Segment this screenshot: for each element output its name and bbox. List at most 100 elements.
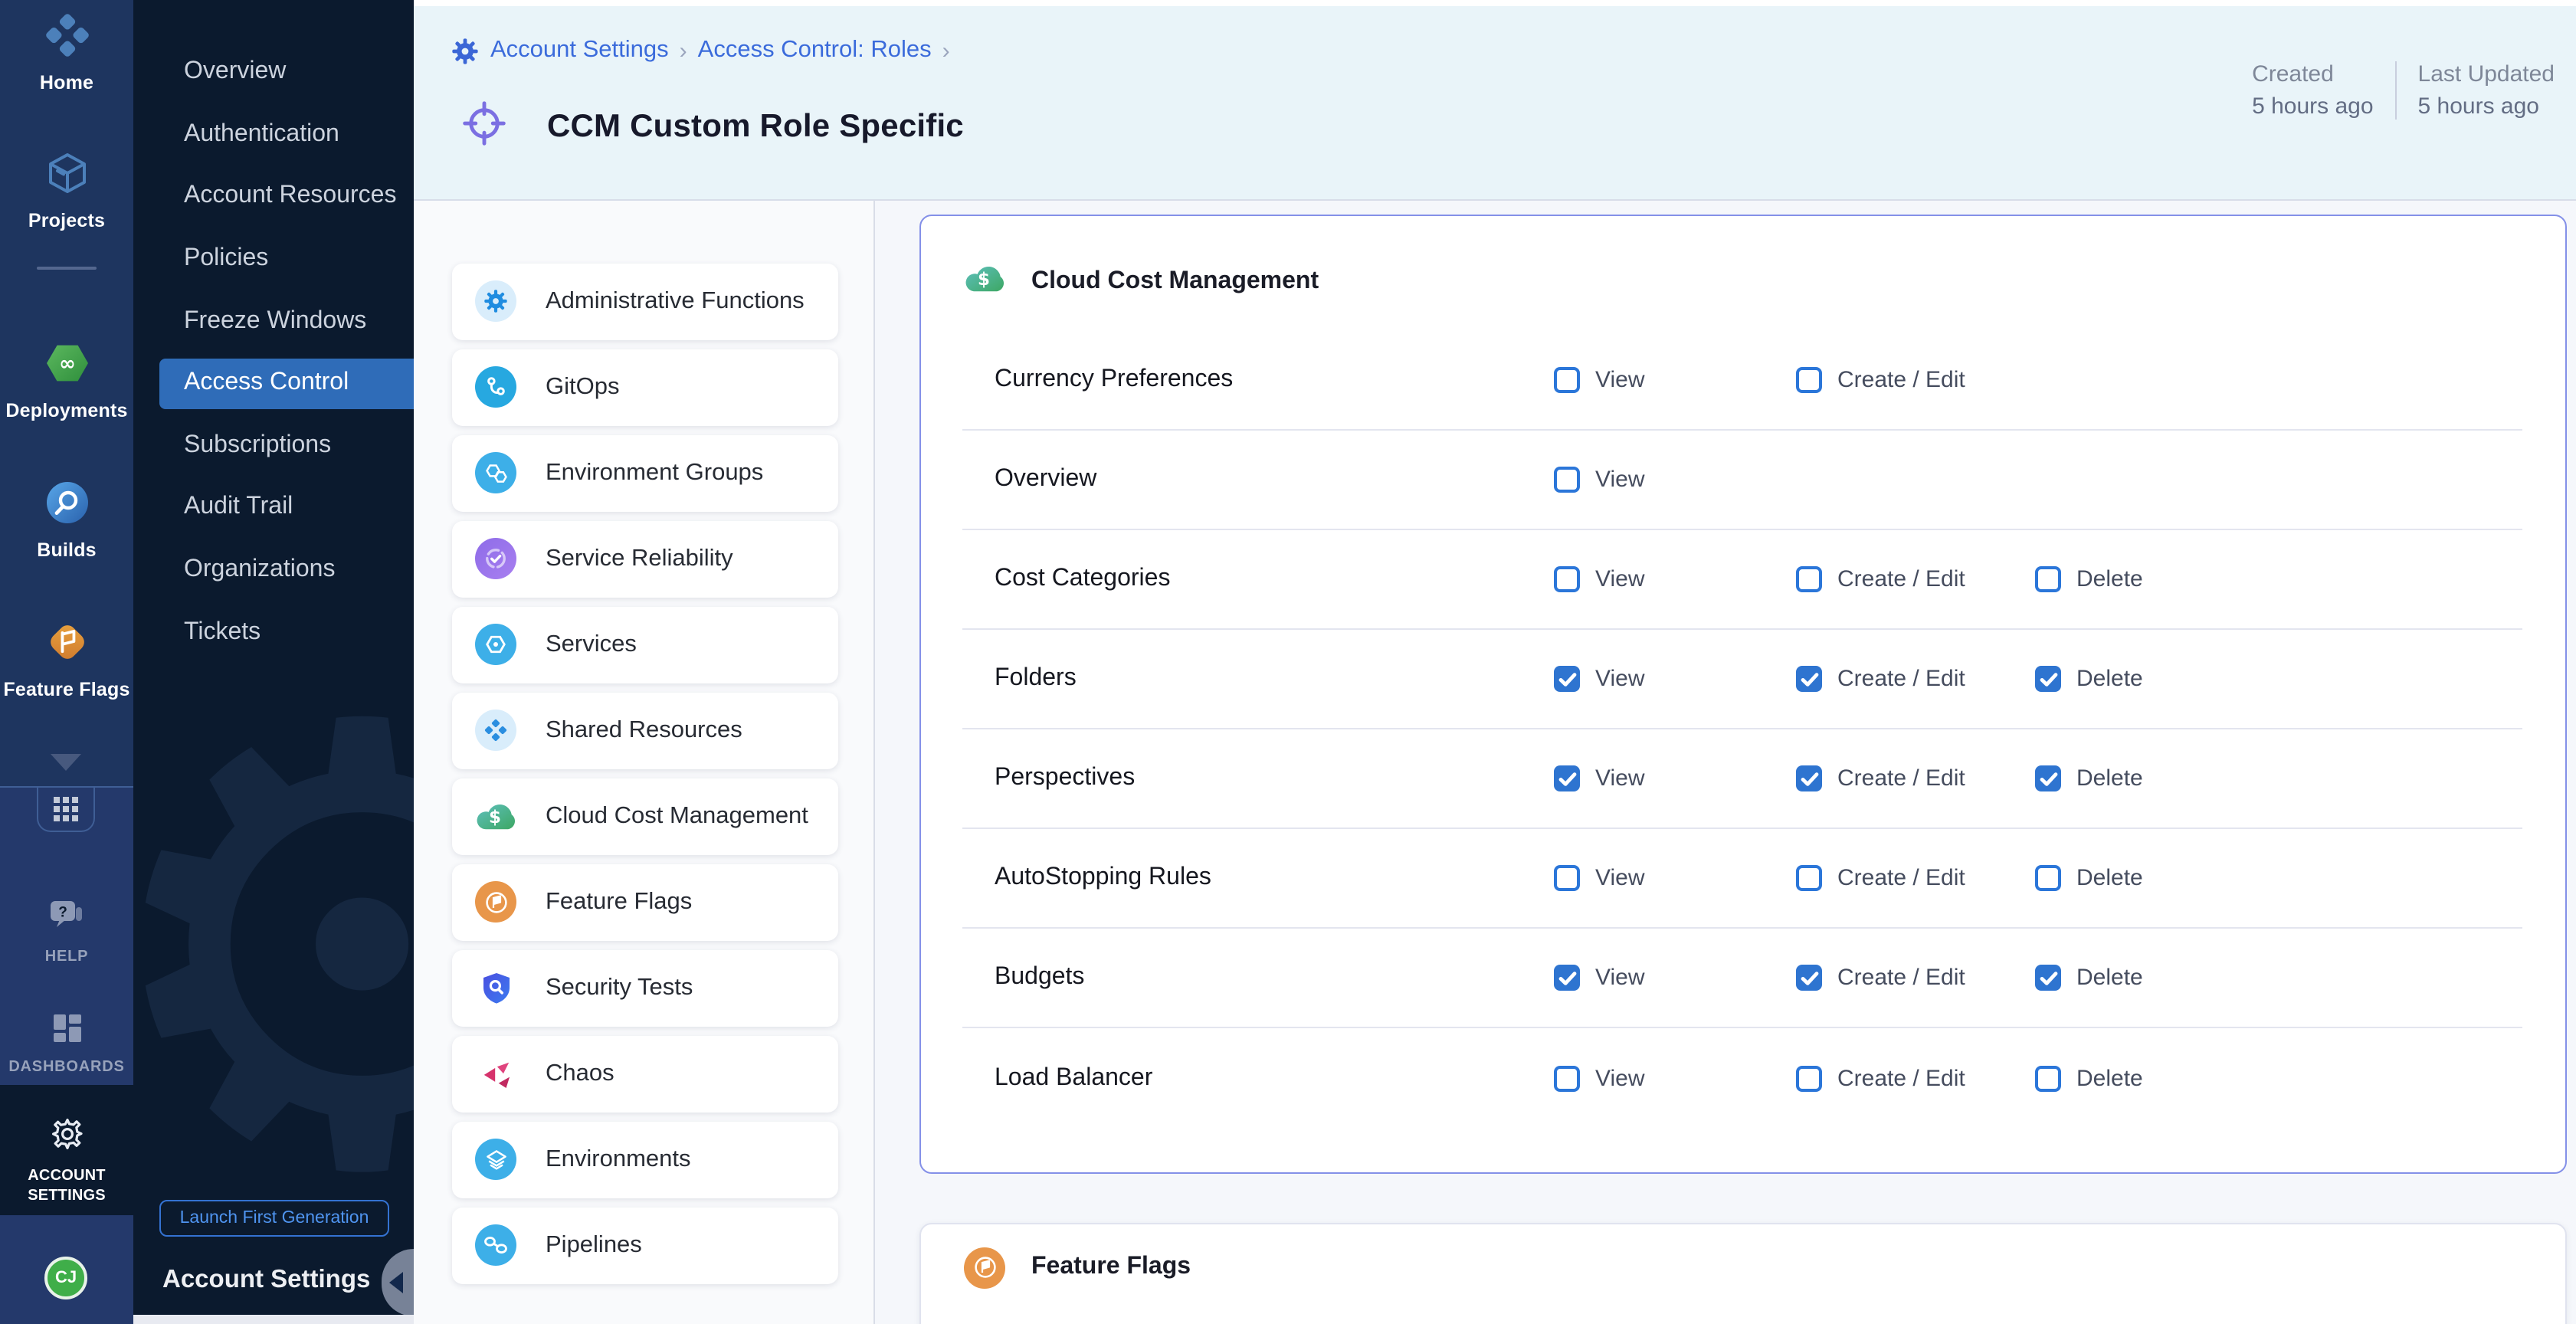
category-card-pipelines[interactable]: Pipelines xyxy=(452,1207,838,1283)
created-value: 5 hours ago xyxy=(2252,93,2373,120)
permission-row-budgets: Budgets View Create / Edit Delete xyxy=(962,929,2522,1028)
perm-delete: Delete xyxy=(2035,865,2143,891)
rail-item-projects[interactable]: Projects xyxy=(0,150,133,231)
sidebar-item-organizations[interactable]: Organizations xyxy=(133,539,414,601)
checkbox-create-edit[interactable] xyxy=(1796,566,1822,592)
checkbox-create-edit[interactable] xyxy=(1796,865,1822,891)
checkbox-label: View xyxy=(1595,965,1645,991)
dashboards-grid-icon xyxy=(50,1011,84,1053)
category-card-services[interactable]: Services xyxy=(452,606,838,683)
ccm-panel-title: Cloud Cost Management xyxy=(1031,268,1319,296)
feature-flags-panel: Feature Flags xyxy=(919,1223,2567,1324)
checkbox-view[interactable] xyxy=(1554,765,1580,791)
perm-create-edit: Create / Edit xyxy=(1796,1065,1965,1091)
breadcrumb-gear-icon xyxy=(452,38,478,64)
rail-item-dashboards[interactable]: DASHBOARDS xyxy=(0,1011,133,1076)
checkbox-view[interactable] xyxy=(1554,865,1580,891)
category-card-chaos[interactable]: Chaos xyxy=(452,1035,838,1112)
category-card-gitops[interactable]: GitOps xyxy=(452,349,838,425)
category-card-feature-flags[interactable]: Feature Flags xyxy=(452,864,838,940)
checkbox-view[interactable] xyxy=(1554,467,1580,493)
settings-sidebar: ⚙ OverviewAuthenticationAccount Resource… xyxy=(133,0,414,1315)
permission-row-autostopping-rules: AutoStopping Rules View Create / Edit De… xyxy=(962,829,2522,929)
module-rail: Home Projects ∞Deployments Builds Featur… xyxy=(0,0,133,1324)
perm-create-edit: Create / Edit xyxy=(1796,865,1965,891)
rail-item-deployments[interactable]: ∞Deployments xyxy=(0,340,133,421)
category-card-shared-resources[interactable]: Shared Resources xyxy=(452,692,838,769)
checkbox-view[interactable] xyxy=(1554,1065,1580,1091)
category-card-security-tests[interactable]: Security Tests xyxy=(452,949,838,1026)
rail-item-feature-flags[interactable]: Feature Flags xyxy=(0,619,133,700)
sidebar-item-overview[interactable]: Overview xyxy=(133,41,414,103)
sidebar-understrip xyxy=(133,1315,414,1324)
rail-item-home[interactable]: Home xyxy=(0,12,133,93)
perm-delete: Delete xyxy=(2035,566,2143,592)
harness-logo-icon xyxy=(44,12,90,66)
category-card-environments[interactable]: Environments xyxy=(452,1121,838,1198)
checkbox-delete[interactable] xyxy=(2035,865,2061,891)
checkbox-create-edit[interactable] xyxy=(1796,765,1822,791)
permission-row-label: AutoStopping Rules xyxy=(995,864,1211,892)
srm-check-icon xyxy=(475,538,516,579)
sidebar-item-tickets[interactable]: Tickets xyxy=(133,601,414,664)
breadcrumb-link-2[interactable]: Access Control: Roles xyxy=(698,37,932,64)
permission-row-currency-preferences: Currency Preferences View Create / Edit xyxy=(962,331,2522,431)
chaos-pinwheel-icon xyxy=(475,1053,516,1094)
rail-item-account-settings[interactable]: ACCOUNTSETTINGS xyxy=(0,1116,133,1206)
category-card-administrative-functions[interactable]: Administrative Functions xyxy=(452,263,838,339)
sidebar-item-policies[interactable]: Policies xyxy=(133,228,414,290)
category-card-service-reliability[interactable]: Service Reliability xyxy=(452,520,838,597)
checkbox-label: Delete xyxy=(2076,1065,2143,1091)
checkbox-create-edit[interactable] xyxy=(1796,1065,1822,1091)
perm-delete: Delete xyxy=(2035,666,2143,692)
checkbox-delete[interactable] xyxy=(2035,566,2061,592)
permission-row-cost-categories: Cost Categories View Create / Edit Delet… xyxy=(962,530,2522,630)
checkbox-create-edit[interactable] xyxy=(1796,965,1822,991)
permission-row-label: Budgets xyxy=(995,964,1084,991)
sidebar-item-subscriptions[interactable]: Subscriptions xyxy=(133,415,414,477)
help-bubble-icon: ? xyxy=(47,898,87,942)
chevron-down-icon[interactable] xyxy=(51,754,81,771)
checkbox-delete[interactable] xyxy=(2035,765,2061,791)
checkbox-view[interactable] xyxy=(1554,566,1580,592)
top-strip xyxy=(414,0,2576,6)
checkbox-create-edit[interactable] xyxy=(1796,367,1822,393)
breadcrumb-separator: › xyxy=(680,38,687,64)
rail-item-builds[interactable]: Builds xyxy=(0,480,133,561)
perm-create-edit: Create / Edit xyxy=(1796,666,1965,692)
perm-create-edit: Create / Edit xyxy=(1796,965,1965,991)
checkbox-create-edit[interactable] xyxy=(1796,666,1822,692)
permission-row-label: Perspectives xyxy=(995,765,1135,792)
sidebar-item-freeze-windows[interactable]: Freeze Windows xyxy=(133,290,414,352)
svg-text:∞: ∞ xyxy=(58,352,75,375)
breadcrumb-separator: › xyxy=(942,38,950,64)
gear-watermark: ⚙ xyxy=(133,644,414,1257)
checkbox-view[interactable] xyxy=(1554,367,1580,393)
perm-create-edit: Create / Edit xyxy=(1796,367,1965,393)
permission-row-label: Cost Categories xyxy=(995,565,1170,593)
checkbox-view[interactable] xyxy=(1554,666,1580,692)
avatar[interactable]: CJ xyxy=(44,1257,87,1299)
sidebar-item-authentication[interactable]: Authentication xyxy=(133,103,414,166)
checkbox-label: Delete xyxy=(2076,965,2143,991)
permission-row-label: Load Balancer xyxy=(995,1064,1152,1092)
breadcrumb-link-1[interactable]: Account Settings xyxy=(490,37,669,64)
pipelines-links-icon xyxy=(475,1224,516,1266)
perm-view: View xyxy=(1554,666,1645,692)
checkbox-label: Delete xyxy=(2076,666,2143,692)
launch-first-generation-button[interactable]: Launch First Generation xyxy=(159,1200,389,1237)
checkbox-view[interactable] xyxy=(1554,965,1580,991)
category-card-environment-groups[interactable]: Environment Groups xyxy=(452,434,838,511)
checkbox-delete[interactable] xyxy=(2035,1065,2061,1091)
rail-item-help[interactable]: ?HELP xyxy=(0,898,133,965)
category-card-cloud-cost-management[interactable]: $Cloud Cost Management xyxy=(452,778,838,854)
checkbox-delete[interactable] xyxy=(2035,666,2061,692)
permission-row-load-balancer: Load Balancer View Create / Edit Delete xyxy=(962,1028,2522,1128)
sidebar-item-account-resources[interactable]: Account Resources xyxy=(133,166,414,228)
module-grid-button[interactable] xyxy=(37,786,95,832)
checkbox-delete[interactable] xyxy=(2035,965,2061,991)
cd-hexagon-icon: ∞ xyxy=(44,340,90,394)
last-updated-label: Last Updated xyxy=(2418,61,2555,87)
sidebar-item-access-control[interactable]: Access Control xyxy=(159,359,414,409)
sidebar-item-audit-trail[interactable]: Audit Trail xyxy=(133,477,414,539)
